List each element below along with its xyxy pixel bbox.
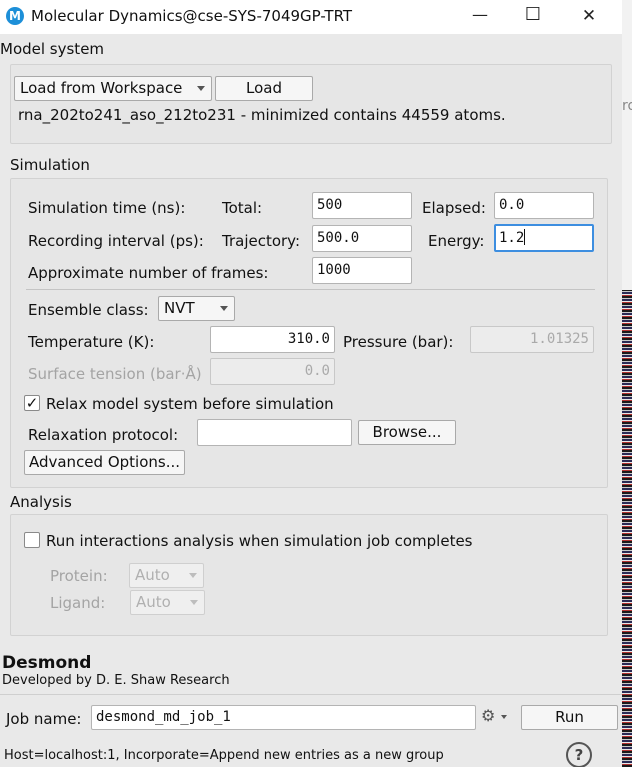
help-icon[interactable]: ? bbox=[566, 742, 592, 767]
load-source-value: Load from Workspace bbox=[20, 79, 183, 97]
load-source-select[interactable]: Load from Workspace bbox=[14, 76, 212, 101]
pressure-label: Pressure (bar): bbox=[343, 333, 454, 351]
frames-label: Approximate number of frames: bbox=[28, 264, 269, 282]
run-interactions-checkbox[interactable] bbox=[24, 532, 40, 548]
run-interactions-label: Run interactions analysis when simulatio… bbox=[46, 532, 473, 550]
relax-checkbox[interactable]: ✓ bbox=[24, 395, 40, 411]
chevron-down-icon bbox=[220, 306, 228, 311]
chevron-down-icon bbox=[501, 715, 507, 719]
gear-icon: ⚙ bbox=[481, 706, 496, 725]
chevron-down-icon bbox=[190, 600, 198, 605]
simulation-title: Simulation bbox=[10, 156, 90, 174]
trajectory-label: Trajectory: bbox=[222, 232, 301, 250]
relaxation-protocol-label: Relaxation protocol: bbox=[28, 426, 179, 444]
surface-tension-label: Surface tension (bar·Å) bbox=[28, 365, 202, 383]
recording-interval-label: Recording interval (ps): bbox=[28, 232, 204, 250]
maximize-button[interactable]: ☐ bbox=[510, 2, 556, 32]
run-button[interactable]: Run bbox=[521, 705, 618, 730]
app-icon: M bbox=[6, 7, 24, 25]
developer-credit: Developed by D. E. Shaw Research bbox=[2, 673, 230, 688]
background-text-fragment: ro bbox=[622, 98, 632, 114]
settings-menu[interactable]: ⚙ bbox=[481, 706, 509, 728]
energy-interval-input[interactable]: 1.2 bbox=[494, 224, 594, 252]
background-molecule-view bbox=[622, 290, 632, 767]
load-button[interactable]: Load bbox=[215, 76, 313, 101]
protein-value: Auto bbox=[135, 566, 170, 584]
title-bar: M Molecular Dynamics@cse-SYS-7049GP-TRT … bbox=[0, 0, 622, 34]
advanced-options-button[interactable]: Advanced Options... bbox=[24, 450, 185, 475]
browse-button[interactable]: Browse... bbox=[358, 420, 456, 445]
temperature-label: Temperature (K): bbox=[28, 333, 155, 351]
protein-label: Protein: bbox=[50, 567, 108, 585]
temperature-input[interactable]: 310.0 bbox=[210, 326, 335, 353]
divider bbox=[26, 289, 595, 290]
total-time-input[interactable]: 500 bbox=[312, 192, 412, 219]
surface-tension-input[interactable]: 0.0 bbox=[210, 358, 335, 385]
total-label: Total: bbox=[222, 199, 263, 217]
desmond-brand: Desmond bbox=[2, 653, 92, 673]
footer-divider bbox=[0, 694, 622, 695]
energy-interval-value: 1.2 bbox=[499, 230, 525, 246]
relaxation-protocol-input[interactable] bbox=[197, 419, 352, 446]
protein-select[interactable]: Auto bbox=[129, 563, 204, 588]
relax-label: Relax model system before simulation bbox=[46, 395, 334, 413]
text-cursor bbox=[524, 229, 526, 245]
status-text: Host=localhost:1, Incorporate=Append new… bbox=[4, 748, 444, 763]
elapsed-label: Elapsed: bbox=[422, 199, 486, 217]
close-button[interactable]: ✕ bbox=[566, 2, 612, 32]
chevron-down-icon bbox=[197, 86, 205, 91]
chevron-down-icon bbox=[189, 573, 197, 578]
energy-label: Energy: bbox=[428, 232, 485, 250]
frames-input[interactable]: 1000 bbox=[312, 257, 412, 284]
ensemble-class-select[interactable]: NVT bbox=[158, 296, 235, 321]
ligand-value: Auto bbox=[136, 593, 171, 611]
job-name-label: Job name: bbox=[6, 710, 82, 728]
ligand-label: Ligand: bbox=[50, 594, 106, 612]
job-name-input[interactable]: desmond_md_job_1 bbox=[91, 705, 476, 730]
window-title: Molecular Dynamics@cse-SYS-7049GP-TRT bbox=[31, 7, 353, 25]
trajectory-interval-input[interactable]: 500.0 bbox=[312, 225, 412, 252]
analysis-title: Analysis bbox=[10, 493, 72, 511]
model-system-title: Model system bbox=[0, 40, 105, 58]
pressure-input[interactable]: 1.01325 bbox=[470, 326, 594, 353]
ensemble-class-label: Ensemble class: bbox=[28, 301, 149, 319]
checkmark-icon: ✓ bbox=[25, 394, 39, 412]
simulation-time-label: Simulation time (ns): bbox=[28, 199, 186, 217]
ensemble-class-value: NVT bbox=[164, 299, 195, 317]
minimize-button[interactable]: — bbox=[457, 2, 503, 32]
ligand-select[interactable]: Auto bbox=[130, 590, 205, 615]
elapsed-time-input[interactable]: 0.0 bbox=[494, 192, 594, 219]
model-info-text: rna_202to241_aso_212to231 - minimized co… bbox=[18, 106, 506, 124]
